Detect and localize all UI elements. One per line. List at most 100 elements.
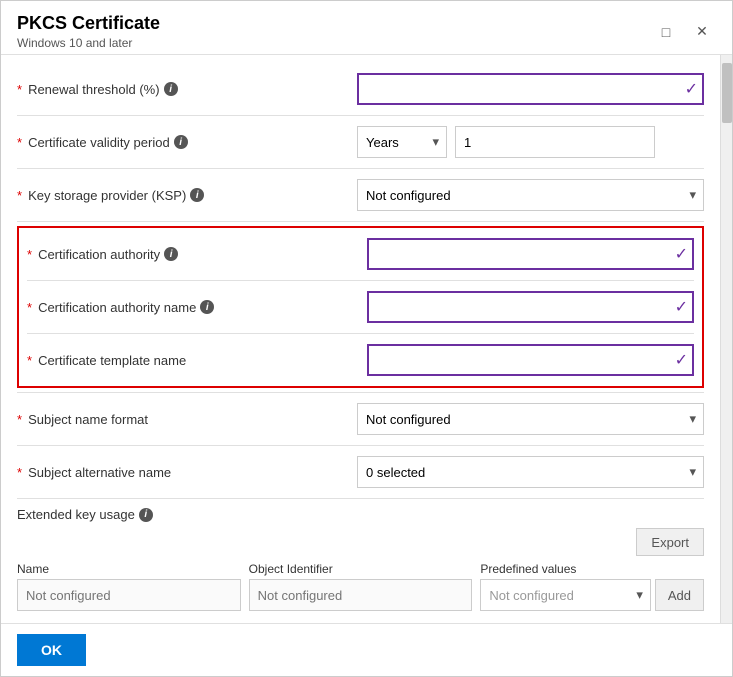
renewal-threshold-checkmark: ✓: [685, 79, 698, 99]
object-identifier-input[interactable]: [249, 579, 473, 611]
ok-button[interactable]: OK: [17, 634, 86, 666]
renewal-threshold-row: * Renewal threshold (%) i 20 ✓: [17, 67, 704, 111]
content-area: * Renewal threshold (%) i 20 ✓ * Certifi…: [1, 55, 720, 623]
certification-authority-name-label-text: Certification authority name: [38, 300, 196, 315]
renewal-threshold-label: * Renewal threshold (%) i: [17, 82, 357, 97]
minimize-button[interactable]: □: [652, 18, 680, 46]
col-object-label: Object Identifier: [249, 562, 473, 576]
subject-name-format-label-text: Subject name format: [28, 412, 148, 427]
certification-authority-label-text: Certification authority: [38, 247, 160, 262]
renewal-threshold-info-icon: i: [164, 82, 178, 96]
export-button[interactable]: Export: [636, 528, 704, 556]
renewal-threshold-input[interactable]: 20: [357, 73, 704, 105]
required-star-3: *: [17, 188, 22, 203]
validity-period-select[interactable]: Years Months Days: [357, 126, 447, 158]
subject-alternative-name-label-text: Subject alternative name: [28, 465, 171, 480]
certification-authority-name-label: * Certification authority name i: [27, 300, 367, 315]
certification-authority-name-info-icon: i: [200, 300, 214, 314]
validity-row: Years Months Days: [357, 126, 704, 158]
name-input[interactable]: [17, 579, 241, 611]
dialog-body-area: * Renewal threshold (%) i 20 ✓ * Certifi…: [1, 55, 732, 623]
col-name-label: Name: [17, 562, 241, 576]
required-star: *: [17, 82, 22, 97]
subject-alternative-name-select[interactable]: 0 selected: [357, 456, 704, 488]
scrollbar-thumb[interactable]: [722, 63, 732, 123]
validity-period-select-wrap: Years Months Days: [357, 126, 447, 158]
required-star-5: *: [27, 300, 32, 315]
title-buttons: □ ✕: [652, 18, 716, 46]
dialog-title-area: PKCS Certificate Windows 10 and later: [17, 13, 160, 50]
required-star-8: *: [17, 465, 22, 480]
dialog-subtitle: Windows 10 and later: [17, 36, 160, 50]
subject-alternative-name-control: 0 selected: [357, 456, 704, 488]
certification-authority-name-row: * Certification authority name i Symante…: [27, 285, 694, 329]
required-star-4: *: [27, 247, 32, 262]
key-storage-provider-label-text: Key storage provider (KSP): [28, 188, 186, 203]
validity-number-input[interactable]: [455, 126, 655, 158]
pkcs-certificate-dialog: PKCS Certificate Windows 10 and later □ …: [0, 0, 733, 677]
predefined-select-container: Predefined values Not configured: [480, 562, 651, 611]
certificate-validity-label-text: Certificate validity period: [28, 135, 170, 150]
subject-name-format-select[interactable]: Not configured: [357, 403, 704, 435]
certification-authority-label: * Certification authority i: [27, 247, 367, 262]
required-star-6: *: [27, 353, 32, 368]
certificate-template-name-input-wrap: 2.16.840.1.113733.1.16.1.2.3.1.1.6190461…: [367, 344, 694, 376]
extended-key-usage-label-row: Extended key usage i: [17, 507, 704, 522]
subject-alternative-name-row: * Subject alternative name 0 selected: [17, 450, 704, 494]
renewal-threshold-input-wrap: 20 ✓: [357, 73, 704, 105]
subject-name-format-control: Not configured: [357, 403, 704, 435]
required-star-7: *: [17, 412, 22, 427]
certification-authority-name-input-wrap: Symantec ✓: [367, 291, 694, 323]
certification-authority-checkmark: ✓: [675, 244, 688, 264]
key-storage-provider-label: * Key storage provider (KSP) i: [17, 188, 357, 203]
dialog-titlebar: PKCS Certificate Windows 10 and later □ …: [1, 1, 732, 55]
certification-authority-input[interactable]: pki-ws.symauth.com: [367, 238, 694, 270]
certification-authority-input-wrap: pki-ws.symauth.com ✓: [367, 238, 694, 270]
certificate-template-name-row: * Certificate template name 2.16.840.1.1…: [27, 338, 694, 382]
certificate-validity-control: Years Months Days: [357, 126, 704, 158]
highlighted-section: * Certification authority i pki-ws.symau…: [17, 226, 704, 388]
subject-alternative-name-select-wrap: 0 selected: [357, 456, 704, 488]
subject-name-format-row: * Subject name format Not configured: [17, 397, 704, 441]
dialog-title: PKCS Certificate: [17, 13, 160, 34]
extended-key-table-row: Name Object Identifier Predefined values: [17, 562, 704, 611]
certificate-template-name-checkmark: ✓: [675, 350, 688, 370]
certificate-template-name-input[interactable]: 2.16.840.1.113733.1.16.1.2.3.1.1.6190461…: [367, 344, 694, 376]
renewal-threshold-label-text: Renewal threshold (%): [28, 82, 160, 97]
key-storage-provider-row: * Key storage provider (KSP) i Not confi…: [17, 173, 704, 217]
subject-name-format-select-wrap: Not configured: [357, 403, 704, 435]
key-storage-provider-info-icon: i: [190, 188, 204, 202]
extended-key-usage-section: Extended key usage i Export Name Object …: [17, 507, 704, 611]
col-object: Object Identifier: [249, 562, 473, 611]
col-name: Name: [17, 562, 241, 611]
key-storage-provider-control: Not configured: [357, 179, 704, 211]
predefined-select-wrap: Not configured: [480, 579, 651, 611]
close-button[interactable]: ✕: [688, 18, 716, 46]
certificate-validity-label: * Certificate validity period i: [17, 135, 357, 150]
key-storage-provider-select-wrap: Not configured: [357, 179, 704, 211]
certificate-template-name-label: * Certificate template name: [27, 353, 367, 368]
required-star-2: *: [17, 135, 22, 150]
export-row: Export: [17, 528, 704, 556]
certificate-template-name-control: 2.16.840.1.113733.1.16.1.2.3.1.1.6190461…: [367, 344, 694, 376]
certification-authority-control: pki-ws.symauth.com ✓: [367, 238, 694, 270]
key-storage-provider-select[interactable]: Not configured: [357, 179, 704, 211]
certificate-validity-row: * Certificate validity period i Years Mo…: [17, 120, 704, 164]
certificate-validity-info-icon: i: [174, 135, 188, 149]
certification-authority-row: * Certification authority i pki-ws.symau…: [27, 232, 694, 276]
subject-alternative-name-label: * Subject alternative name: [17, 465, 357, 480]
add-button[interactable]: Add: [655, 579, 704, 611]
extended-key-usage-label-text: Extended key usage: [17, 507, 135, 522]
predefined-select[interactable]: Not configured: [480, 579, 651, 611]
certification-authority-name-checkmark: ✓: [675, 297, 688, 317]
certification-authority-name-control: Symantec ✓: [367, 291, 694, 323]
certificate-template-name-label-text: Certificate template name: [38, 353, 186, 368]
dialog-footer: OK: [1, 623, 732, 676]
certification-authority-name-input[interactable]: Symantec: [367, 291, 694, 323]
col-predefined-label: Predefined values: [480, 562, 651, 576]
extended-key-usage-info-icon: i: [139, 508, 153, 522]
certification-authority-info-icon: i: [164, 247, 178, 261]
renewal-threshold-control: 20 ✓: [357, 73, 704, 105]
scrollbar-track[interactable]: [720, 55, 732, 623]
subject-name-format-label: * Subject name format: [17, 412, 357, 427]
